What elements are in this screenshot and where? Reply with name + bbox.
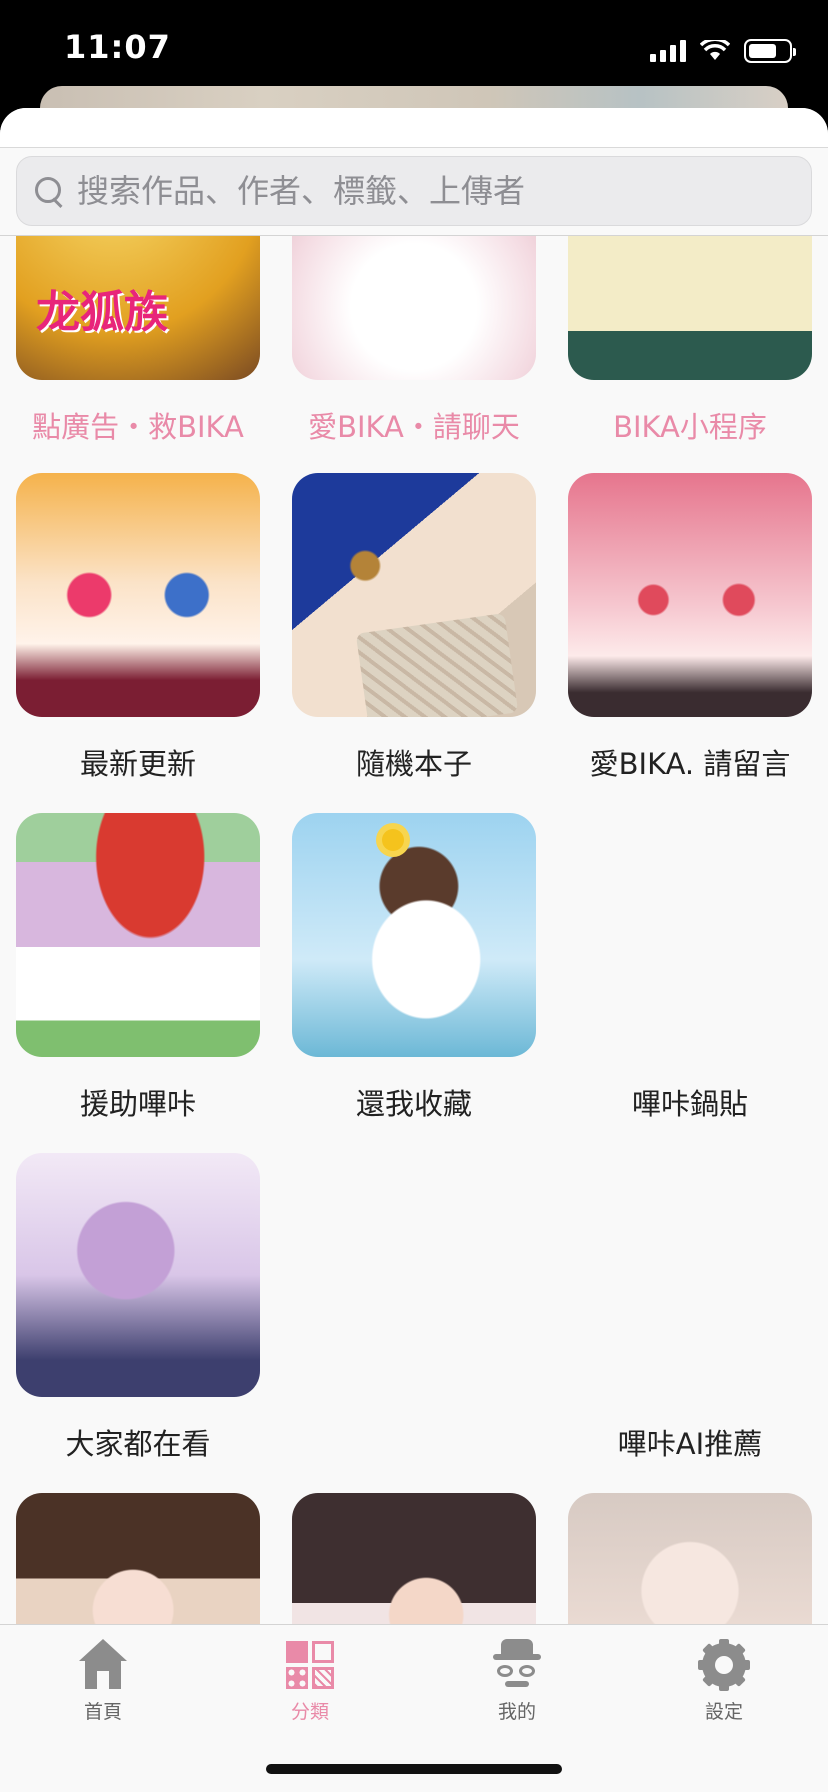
category-thumbnail <box>568 1153 812 1397</box>
category-thumbnail <box>568 236 812 380</box>
category-tile-chat[interactable]: 愛BIKA・請聊天 <box>292 236 536 444</box>
category-label: 點廣告・救BIKA <box>32 410 244 444</box>
tab-category[interactable]: 分類 <box>250 1639 370 1724</box>
category-label: BIKA小程序 <box>613 410 767 444</box>
category-label: 愛BIKA・請聊天 <box>308 410 520 444</box>
category-tile-mini-program[interactable]: BIKA小程序 <box>568 236 812 444</box>
category-thumbnail <box>16 1153 260 1397</box>
profile-icon <box>491 1639 543 1691</box>
battery-icon <box>744 39 796 63</box>
category-tile-trending[interactable]: 大家都在看 <box>16 1153 260 1461</box>
tab-label: 首頁 <box>83 1701 122 1723</box>
category-label: 嗶咔鍋貼 <box>631 1087 748 1121</box>
gear-icon <box>698 1639 750 1691</box>
category-tile-guotie[interactable]: 嗶咔鍋貼 <box>568 813 812 1121</box>
category-thumbnail <box>568 813 812 1057</box>
search-input[interactable] <box>77 172 797 210</box>
category-icon <box>284 1639 336 1691</box>
category-tile-random[interactable]: 隨機本子 <box>292 473 536 781</box>
category-thumbnail <box>292 813 536 1057</box>
cellular-signal-icon <box>650 40 686 62</box>
category-sheet: 點廣告・救BIKA 愛BIKA・請聊天 BIKA小程序 最新更新 隨機本子 愛B… <box>0 108 828 1792</box>
category-label: 援助嗶咔 <box>79 1087 196 1121</box>
tab-home[interactable]: 首頁 <box>43 1639 163 1724</box>
home-icon <box>77 1639 129 1691</box>
category-thumbnail <box>292 473 536 717</box>
category-tile[interactable] <box>292 1493 536 1644</box>
search-box[interactable] <box>16 156 812 226</box>
category-thumbnail <box>16 1493 260 1644</box>
category-tile-favorites[interactable]: 還我收藏 <box>292 813 536 1121</box>
category-thumbnail <box>292 1493 536 1644</box>
tab-settings[interactable]: 設定 <box>664 1639 784 1724</box>
category-tile[interactable] <box>16 1493 260 1644</box>
category-label: 隨機本子 <box>355 747 472 781</box>
tab-label: 分類 <box>290 1701 329 1723</box>
category-label: 大家都在看 <box>65 1427 211 1461</box>
category-tile-ai-recommend[interactable]: 嗶咔AI推薦 <box>568 1153 812 1461</box>
category-tile-comment[interactable]: 愛BIKA. 請留言 <box>568 473 812 781</box>
category-tile[interactable] <box>568 1493 812 1644</box>
category-tile-latest[interactable]: 最新更新 <box>16 473 260 781</box>
sheet-header <box>0 108 828 148</box>
category-label: 嗶咔AI推薦 <box>617 1427 763 1461</box>
status-time: 11:07 <box>64 28 171 66</box>
status-bar: 11:07 <box>0 0 828 100</box>
category-thumbnail <box>16 473 260 717</box>
category-thumbnail <box>292 236 536 380</box>
category-tile-ad[interactable]: 點廣告・救BIKA <box>16 236 260 444</box>
category-label: 愛BIKA. 請留言 <box>589 747 791 781</box>
home-indicator[interactable] <box>266 1764 562 1774</box>
tab-profile[interactable]: 我的 <box>457 1639 577 1724</box>
category-thumbnail <box>16 236 260 380</box>
wifi-icon <box>700 40 730 60</box>
category-label: 還我收藏 <box>355 1087 472 1121</box>
category-grid: 點廣告・救BIKA 愛BIKA・請聊天 BIKA小程序 最新更新 隨機本子 愛B… <box>0 236 828 1644</box>
category-thumbnail <box>568 473 812 717</box>
category-label: 最新更新 <box>79 747 196 781</box>
tab-label: 設定 <box>704 1701 743 1723</box>
status-icons <box>650 38 796 64</box>
tab-label: 我的 <box>497 1701 536 1723</box>
category-thumbnail <box>568 1493 812 1644</box>
category-thumbnail <box>16 813 260 1057</box>
search-icon <box>33 175 65 207</box>
search-bar <box>0 148 828 236</box>
category-tile-support[interactable]: 援助嗶咔 <box>16 813 260 1121</box>
